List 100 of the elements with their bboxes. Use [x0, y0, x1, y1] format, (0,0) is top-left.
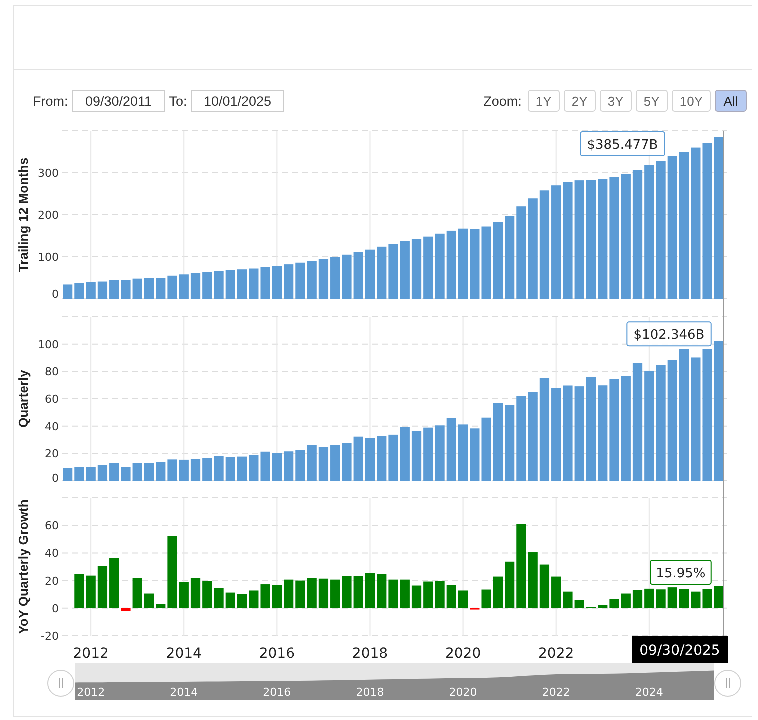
- bar: [365, 573, 376, 608]
- bar: [482, 418, 492, 481]
- bar: [574, 600, 584, 608]
- bar: [330, 445, 340, 481]
- bar: [132, 463, 142, 481]
- bar: [284, 452, 294, 481]
- bar: [214, 588, 224, 608]
- bar: [458, 590, 468, 608]
- bar: [284, 580, 294, 608]
- bar: [168, 460, 178, 481]
- bar: [226, 270, 236, 299]
- bar: [260, 452, 270, 481]
- axis-label: 60: [45, 520, 59, 533]
- bar: [249, 268, 259, 299]
- axis-label: -20: [41, 630, 59, 643]
- bar: [190, 578, 201, 608]
- zoom-button[interactable]: 3Y: [600, 90, 632, 112]
- zoom-button[interactable]: 10Y: [672, 90, 711, 112]
- bar: [272, 585, 282, 608]
- bar: [121, 467, 131, 481]
- navigator-label: 2022: [542, 686, 570, 699]
- bar: [435, 426, 445, 481]
- bar: [74, 467, 84, 481]
- bar: [98, 566, 108, 608]
- range-handle[interactable]: [714, 670, 742, 697]
- bar: [98, 465, 108, 481]
- bar: [679, 589, 690, 608]
- bar: [400, 241, 410, 299]
- bar: [598, 605, 608, 608]
- axis-label: 100: [38, 251, 59, 264]
- axis-label: 40: [45, 420, 59, 434]
- bar: [424, 582, 434, 608]
- bar: [458, 228, 468, 299]
- bar: [610, 599, 620, 608]
- bar: [156, 604, 166, 608]
- bar: [482, 590, 492, 608]
- navigator-label: 2018: [356, 686, 384, 699]
- from-date-field[interactable]: 09/30/2011: [72, 90, 166, 112]
- bar: [330, 257, 340, 299]
- bar: [435, 582, 445, 608]
- zoom-button[interactable]: All: [715, 90, 747, 112]
- zoom-button[interactable]: 1Y: [528, 90, 560, 112]
- bar: [446, 418, 456, 481]
- axis-label: 60: [45, 393, 59, 406]
- bar: [260, 584, 270, 608]
- bar: [621, 594, 631, 608]
- date-label: 09/30/2025: [632, 636, 728, 663]
- axis-label: 20: [45, 574, 59, 588]
- bar: [296, 450, 306, 481]
- bar: [237, 594, 248, 608]
- bar: [493, 576, 503, 608]
- bar: [237, 270, 248, 299]
- bar: [342, 443, 352, 481]
- bar: [110, 558, 120, 608]
- axis-label: 2018: [352, 646, 388, 662]
- bar: [110, 280, 120, 299]
- bar: [156, 462, 166, 481]
- axis-title: YoY Quarterly Growth: [16, 500, 31, 634]
- bar: [86, 467, 96, 481]
- bar: [330, 580, 340, 608]
- axis-label: 2014: [166, 646, 202, 662]
- navigator-label: 2012: [77, 686, 106, 699]
- bar: [318, 447, 329, 481]
- bar: [563, 592, 573, 608]
- bar: [179, 460, 189, 481]
- bar: [260, 268, 270, 299]
- bar: [98, 282, 108, 299]
- bar: [226, 457, 236, 481]
- bar: [388, 244, 398, 299]
- range-handle[interactable]: [48, 670, 74, 697]
- bar: [307, 578, 317, 608]
- axis-label: 0: [52, 288, 59, 301]
- bar: [202, 458, 212, 481]
- axis-label: 2022: [538, 646, 574, 662]
- zoom-button[interactable]: 2Y: [564, 90, 596, 112]
- bar: [656, 590, 666, 608]
- bar: [446, 230, 456, 299]
- bar: [388, 434, 398, 481]
- bar: [342, 576, 352, 608]
- zoom-button[interactable]: 5Y: [636, 90, 668, 112]
- bar: [714, 586, 724, 608]
- bar: [540, 564, 550, 608]
- bar: [121, 280, 131, 299]
- bar: [388, 580, 398, 608]
- axis-label: 2012: [73, 646, 109, 662]
- to-date-field[interactable]: 10/01/2025: [191, 90, 284, 112]
- bar: [144, 594, 154, 608]
- navigator-label: 2016: [263, 686, 292, 699]
- bar: [237, 456, 248, 481]
- navigator-label: 2014: [170, 686, 198, 699]
- bar: [132, 278, 142, 299]
- bar: [318, 578, 329, 608]
- bar: [86, 282, 96, 299]
- bar: [354, 436, 364, 481]
- axis-label: 100: [38, 338, 59, 352]
- axis-label: 2020: [445, 646, 482, 662]
- bar: [412, 239, 422, 299]
- bar: [179, 274, 189, 299]
- bar: [179, 582, 189, 608]
- axis-title: Quarterly: [16, 370, 31, 428]
